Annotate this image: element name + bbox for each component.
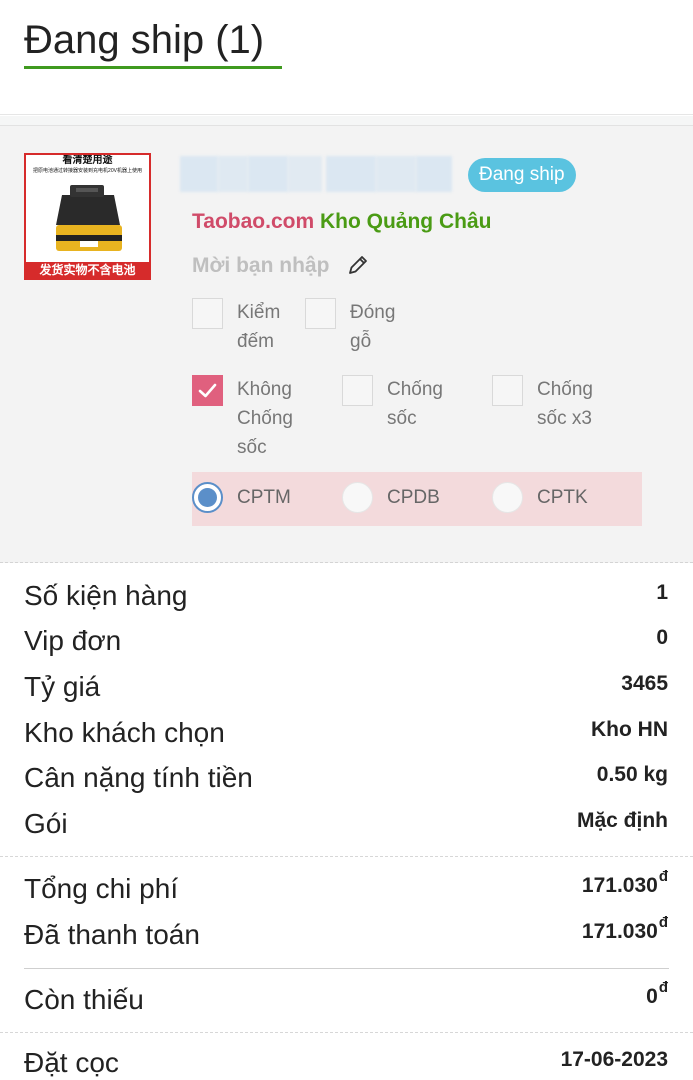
- radio-cptk[interactable]: [492, 482, 523, 513]
- option-label: Không Chống sốc: [237, 379, 293, 458]
- status-badge: Đang ship: [468, 158, 576, 192]
- summary-value: 171.030đ: [581, 914, 668, 943]
- divider: [0, 1032, 693, 1033]
- summary-label: Còn thiếu: [24, 984, 144, 1015]
- radio-label[interactable]: CPTK: [537, 483, 588, 512]
- option-label: Chống sốc x3: [537, 379, 593, 429]
- summary-value: 171.030đ: [581, 868, 668, 897]
- note-input[interactable]: Mời bạn nhập: [192, 252, 329, 280]
- summary-row-deposit: Đặt cọc 17-06-2023: [0, 1040, 693, 1080]
- summary-value: 17-06-2023: [560, 1048, 668, 1071]
- summary-row-exchange-rate: Tỷ giá 3465: [0, 664, 693, 710]
- page-title: Đang ship (1): [24, 18, 265, 62]
- summary-value: 0: [656, 626, 668, 649]
- pencil-icon[interactable]: [346, 253, 370, 277]
- option-checkbox[interactable]: [192, 298, 223, 329]
- source-warehouse: Kho Quảng Châu: [319, 210, 492, 233]
- option-label: Chống sốc: [387, 379, 443, 429]
- summary-label: Tỷ giá: [24, 671, 101, 702]
- summary-label: Gói: [24, 808, 68, 839]
- product-image-caption: 看清楚用途 把原电池通过转接器安装到充电机20V机器上使用: [26, 155, 149, 177]
- summary-value: Kho HN: [591, 718, 668, 741]
- option-checkbox[interactable]: [305, 298, 336, 329]
- summary-value: 3465: [621, 672, 668, 695]
- radio-label[interactable]: CPTM: [237, 483, 291, 512]
- active-tab-underline: [24, 66, 282, 69]
- option-dong-go[interactable]: Đóng gỗ: [305, 298, 405, 358]
- battery-adapter-icon: [56, 185, 122, 251]
- summary-row-paid: Đã thanh toán 171.030đ: [0, 912, 693, 958]
- divider: [0, 856, 693, 857]
- page-header: Đang ship (1): [0, 0, 693, 115]
- summary-label: Cân nặng tính tiền: [24, 762, 253, 793]
- option-chong-soc-x3[interactable]: Chống sốc x3: [492, 375, 622, 435]
- source-line: Taobao.com Kho Quảng Châu: [192, 208, 491, 236]
- option-label: Kiểm đếm: [237, 302, 281, 352]
- summary-value: 0.50 kg: [596, 763, 668, 786]
- summary-row-package: Gói Mặc định: [0, 801, 693, 847]
- product-image-banner: 发货实物不含电池: [26, 262, 149, 278]
- option-label: Đóng gỗ: [350, 302, 396, 352]
- summary-value: 1: [656, 581, 668, 604]
- summary-value: Mặc định: [576, 809, 668, 832]
- summary-row-vip: Vip đơn 0: [0, 618, 693, 664]
- product-image[interactable]: 看清楚用途 把原电池通过转接器安装到充电机20V机器上使用 发货实物不含电池: [24, 153, 151, 280]
- order-item-card: 看清楚用途 把原电池通过转接器安装到充电机20V机器上使用 发货实物不含电池 Đ…: [0, 125, 693, 563]
- radio-cpdb[interactable]: [342, 482, 373, 513]
- divider: [24, 968, 669, 969]
- source-site[interactable]: Taobao.com: [192, 210, 314, 233]
- summary-row-total: Tổng chi phí 171.030đ: [0, 866, 693, 912]
- summary-label: Kho khách chọn: [24, 717, 225, 748]
- summary-label: Đã thanh toán: [24, 919, 200, 950]
- radio-label[interactable]: CPDB: [387, 483, 440, 512]
- summary-label: Đặt cọc: [24, 1047, 119, 1078]
- option-checkbox[interactable]: [342, 375, 373, 406]
- product-name-blurred: [180, 156, 452, 192]
- summary-label: Số kiện hàng: [24, 580, 188, 611]
- shipping-method-group: CPTM CPDB CPTK: [192, 472, 642, 526]
- summary-row-remaining: Còn thiếu 0đ: [0, 977, 693, 1023]
- radio-cptm[interactable]: [192, 482, 223, 513]
- summary-value: 0đ: [646, 979, 668, 1008]
- option-kiem-dem[interactable]: Kiểm đếm: [192, 298, 292, 358]
- option-khong-chong-soc[interactable]: Không Chống sốc: [192, 375, 312, 465]
- section-gap: [0, 116, 693, 125]
- summary-label: Vip đơn: [24, 625, 122, 656]
- option-checkbox-checked[interactable]: [192, 375, 223, 406]
- summary-label: Tổng chi phí: [24, 873, 179, 904]
- summary-row-warehouse: Kho khách chọn Kho HN: [0, 710, 693, 756]
- option-chong-soc[interactable]: Chống sốc: [342, 375, 462, 435]
- check-icon: [198, 383, 217, 398]
- option-checkbox[interactable]: [492, 375, 523, 406]
- summary-row-packages: Số kiện hàng 1: [0, 573, 693, 619]
- summary-row-weight: Cân nặng tính tiền 0.50 kg: [0, 755, 693, 801]
